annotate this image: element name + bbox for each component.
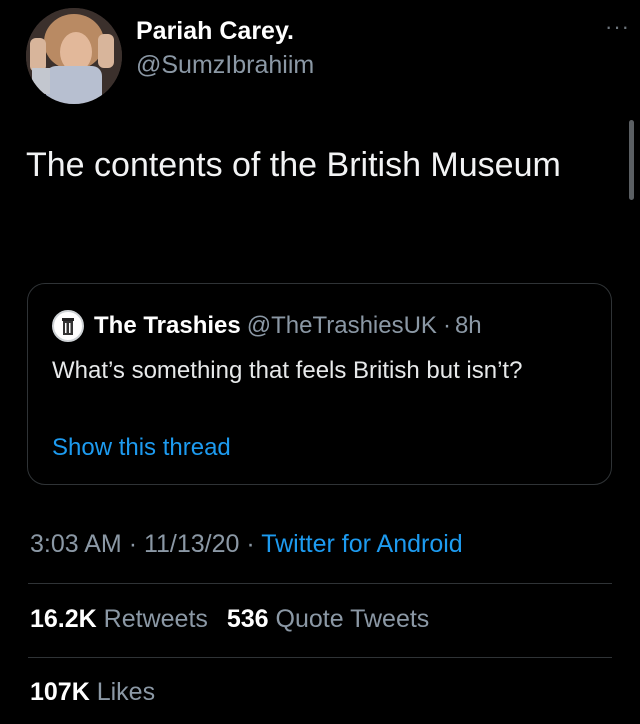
- divider: [28, 583, 612, 584]
- scrollbar[interactable]: [629, 120, 634, 200]
- show-thread-link[interactable]: Show this thread: [52, 434, 231, 462]
- tweet-text: The contents of the British Museum: [26, 146, 561, 184]
- display-name[interactable]: Pariah Carey.: [136, 15, 314, 47]
- retweets-stat[interactable]: 16.2K Retweets: [30, 605, 208, 633]
- avatar[interactable]: [26, 8, 122, 104]
- trash-can-logo-icon[interactable]: [52, 310, 84, 342]
- quote-tweets-stat[interactable]: 536 Quote Tweets: [227, 605, 429, 633]
- separator-dot: ·: [246, 530, 255, 558]
- quoted-display-name[interactable]: The Trashies: [94, 312, 241, 340]
- user-handle[interactable]: @SumzIbrahiim: [136, 49, 314, 81]
- likes-count: 107K: [30, 678, 90, 706]
- likes-stat[interactable]: 107K Likes: [30, 678, 155, 706]
- divider: [28, 657, 612, 658]
- retweets-label: Retweets: [103, 605, 208, 633]
- quoted-tweet-card[interactable]: The Trashies @TheTrashiesUK · 8h What’s …: [27, 283, 612, 485]
- quoted-tweet-text: What’s something that feels British but …: [52, 357, 523, 384]
- tweet-time[interactable]: 3:03 AM: [30, 530, 122, 558]
- quoted-tweet-header: The Trashies @TheTrashiesUK · 8h: [52, 310, 482, 342]
- tweet-date[interactable]: 11/13/20: [144, 530, 239, 558]
- tweet-source-link[interactable]: Twitter for Android: [261, 530, 462, 558]
- likes-label: Likes: [96, 678, 156, 706]
- separator-dot: ·: [442, 312, 451, 339]
- tweet-metadata: 3:03 AM · 11/13/20 · Twitter for Android: [30, 530, 463, 559]
- author-names: Pariah Carey. @SumzIbrahiim: [136, 15, 314, 81]
- quote-tweets-label: Quote Tweets: [275, 605, 430, 633]
- separator-dot: ·: [128, 530, 138, 558]
- likes-stats: 107K Likes: [30, 678, 155, 707]
- quote-tweets-count: 536: [226, 605, 269, 633]
- avatar-photo: [26, 8, 122, 104]
- retweets-count: 16.2K: [30, 605, 97, 633]
- quoted-tweet-age: 8h: [454, 312, 482, 339]
- more-horizontal-icon[interactable]: ···: [605, 16, 630, 38]
- quoted-user-handle[interactable]: @TheTrashiesUK: [247, 312, 437, 340]
- tweet-detail-view: Pariah Carey. @SumzIbrahiim ··· The cont…: [0, 0, 640, 724]
- tweet-author: Pariah Carey. @SumzIbrahiim: [26, 8, 314, 104]
- engagement-stats: 16.2K Retweets 536 Quote Tweets: [30, 605, 429, 634]
